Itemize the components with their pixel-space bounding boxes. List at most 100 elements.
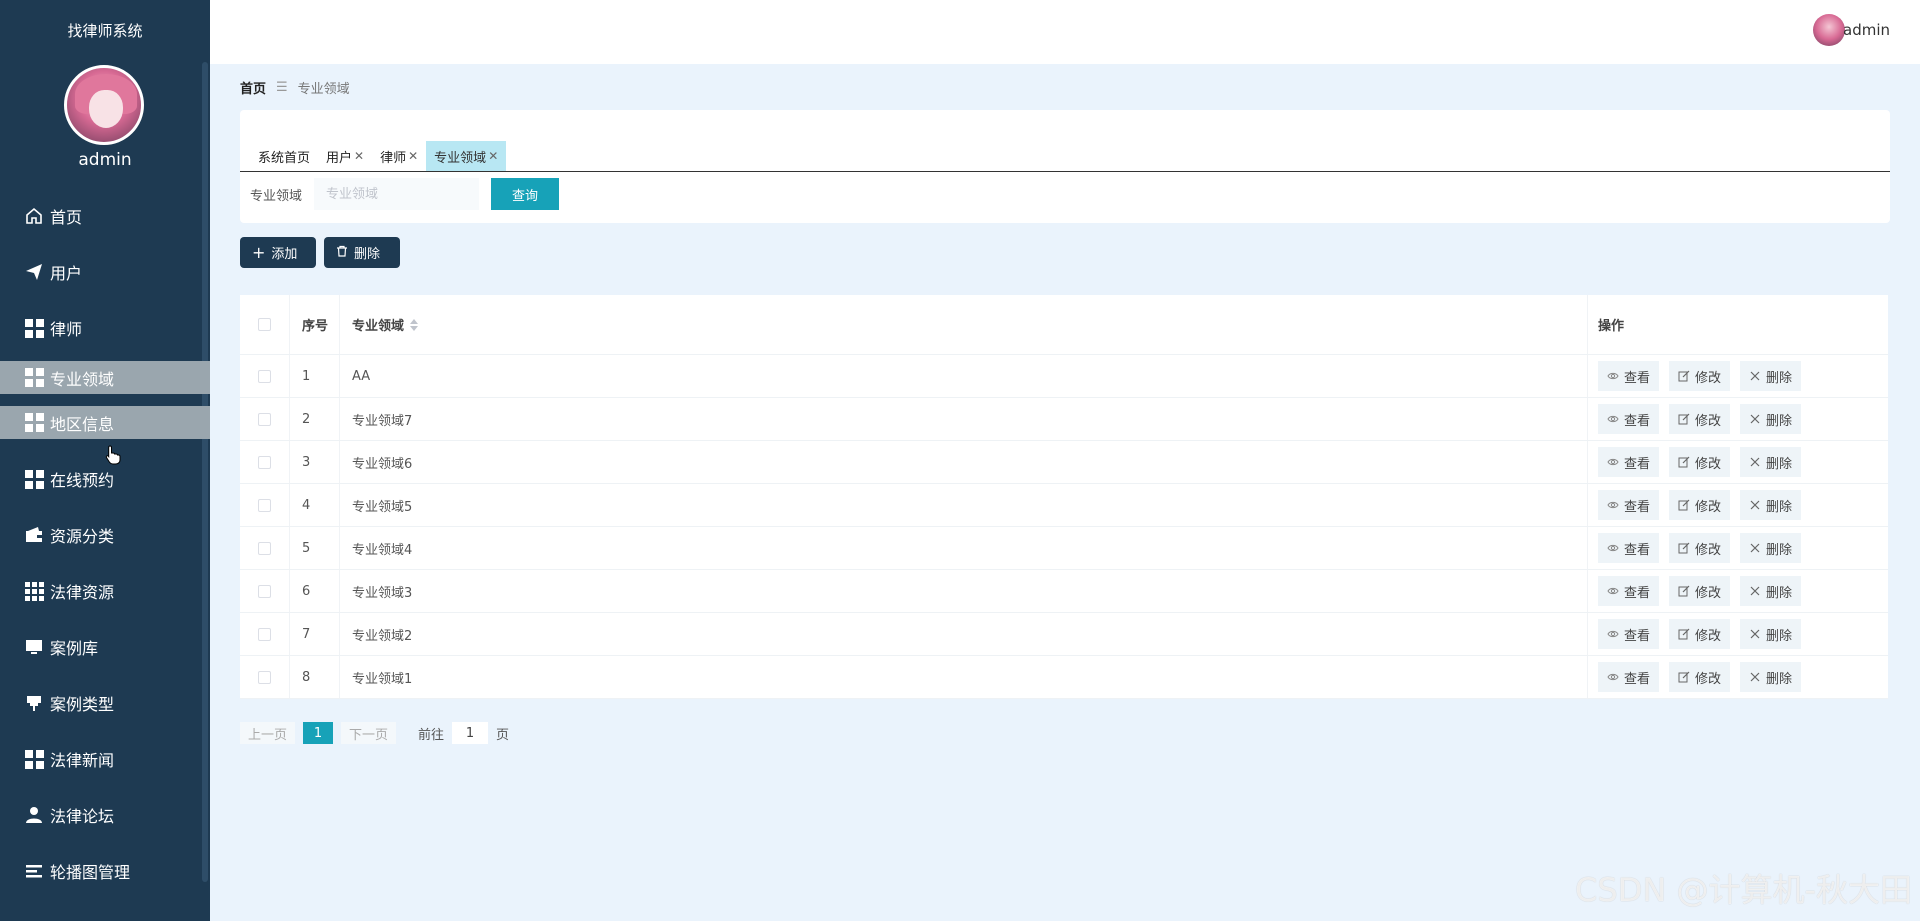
page-unit-label: 页: [496, 727, 510, 743]
row-checkbox[interactable]: [258, 412, 271, 426]
delete-button[interactable]: 删除: [1740, 490, 1802, 520]
row-name: 专业领域3: [340, 570, 1588, 612]
row-checkbox[interactable]: [258, 455, 271, 469]
sidebar-item-specialty[interactable]: 专业领域: [0, 361, 210, 394]
row-ops: 查看 修改 删除: [1588, 441, 1888, 483]
eye-icon: [1607, 413, 1619, 425]
sidebar-item-resource-category[interactable]: 资源分类: [0, 507, 210, 563]
edit-button[interactable]: 修改: [1669, 490, 1731, 520]
header-username[interactable]: admin: [1843, 21, 1890, 39]
delete-button[interactable]: 删除: [1740, 533, 1802, 563]
query-button[interactable]: 查询: [491, 178, 560, 210]
sidebar-item-legal-forum[interactable]: 法律论坛: [0, 787, 210, 843]
row-checkbox[interactable]: [258, 498, 271, 512]
edit-button[interactable]: 修改: [1669, 361, 1731, 391]
sidebar-item-region[interactable]: 地区信息: [0, 406, 210, 439]
search-panel: 系统首页 用户✕ 律师✕ 专业领域✕ 专业领域 查询: [240, 110, 1890, 223]
row-checkbox[interactable]: [258, 670, 271, 684]
monitor-icon: [24, 637, 44, 657]
delete-label: 删除: [1766, 585, 1793, 601]
view-button[interactable]: 查看: [1598, 619, 1660, 649]
edit-label: 修改: [1695, 456, 1722, 472]
pushpin-icon: [24, 693, 44, 713]
breadcrumb-separator-icon: ☰: [276, 80, 288, 95]
sidebar-item-case-library[interactable]: 案例库: [0, 619, 210, 675]
header-checkbox-cell: [240, 295, 290, 354]
header-ops: 操作: [1598, 319, 1625, 334]
row-index: 4: [290, 484, 340, 526]
row-checkbox-cell: [240, 355, 290, 397]
select-all-checkbox[interactable]: [258, 318, 271, 331]
tab-label: 系统首页: [258, 150, 311, 166]
row-index: 2: [290, 398, 340, 440]
delete-button[interactable]: 删除: [1740, 662, 1802, 692]
tab-label: 用户: [326, 150, 353, 166]
sidebar-item-legal-resources[interactable]: 法律资源: [0, 563, 210, 619]
delete-label: 删除: [1766, 542, 1793, 558]
view-button[interactable]: 查看: [1598, 533, 1660, 563]
table-row: 5 专业领域4 查看 修改 删除: [240, 527, 1888, 570]
search-input[interactable]: [314, 178, 480, 210]
tab-lawyers[interactable]: 律师 ✕: [372, 141, 426, 171]
view-button[interactable]: 查看: [1598, 576, 1660, 606]
delete-button[interactable]: 删除: [1740, 619, 1802, 649]
row-index: 5: [290, 527, 340, 569]
view-button[interactable]: 查看: [1598, 447, 1660, 477]
delete-button[interactable]: 删除: [1740, 576, 1802, 606]
row-ops: 查看 修改 删除: [1588, 398, 1888, 440]
sidebar-item-users[interactable]: 用户: [0, 244, 210, 300]
page-number-current[interactable]: 1: [303, 722, 334, 744]
tab-label: 律师: [380, 150, 407, 166]
view-button[interactable]: 查看: [1598, 662, 1660, 692]
row-checkbox[interactable]: [258, 584, 271, 598]
edit-button[interactable]: 修改: [1669, 619, 1731, 649]
tab-specialty[interactable]: 专业领域 ✕: [426, 141, 507, 171]
next-page-button[interactable]: 下一页: [341, 722, 397, 744]
avatar: [64, 65, 144, 145]
sidebar-item-case-type[interactable]: 案例类型: [0, 675, 210, 731]
row-checkbox[interactable]: [258, 369, 271, 383]
view-button[interactable]: 查看: [1598, 404, 1660, 434]
delete-button[interactable]: 删除: [1740, 404, 1802, 434]
row-name: 专业领域7: [340, 398, 1588, 440]
delete-button[interactable]: 删除: [1740, 361, 1802, 391]
close-icon[interactable]: ✕: [408, 149, 418, 163]
row-checkbox[interactable]: [258, 541, 271, 555]
sidebar-item-carousel[interactable]: 轮播图管理: [0, 843, 210, 899]
edit-button[interactable]: 修改: [1669, 576, 1731, 606]
edit-button[interactable]: 修改: [1669, 404, 1731, 434]
edit-button[interactable]: 修改: [1669, 533, 1731, 563]
sidebar-item-label: 律师: [50, 320, 83, 339]
delete-label: 删除: [1766, 413, 1793, 429]
tab-users[interactable]: 用户 ✕: [318, 141, 372, 171]
sidebar-item-legal-news[interactable]: 法律新闻: [0, 731, 210, 787]
tab-system-home[interactable]: 系统首页: [250, 141, 318, 171]
close-icon[interactable]: ✕: [488, 149, 498, 163]
close-icon: [1749, 585, 1761, 597]
delete-button[interactable]: 删除: [1740, 447, 1802, 477]
breadcrumb: 首页 ☰ 专业领域: [240, 78, 350, 97]
sort-icon[interactable]: [410, 318, 419, 331]
edit-button[interactable]: 修改: [1669, 447, 1731, 477]
close-icon: [1749, 499, 1761, 511]
add-button[interactable]: + 添加: [240, 237, 316, 268]
delete-button-label: 删除: [354, 247, 381, 262]
view-button[interactable]: 查看: [1598, 490, 1660, 520]
edit-button[interactable]: 修改: [1669, 662, 1731, 692]
breadcrumb-home[interactable]: 首页: [240, 78, 266, 97]
sidebar-item-label: 案例类型: [50, 695, 115, 714]
avatar[interactable]: [1813, 14, 1845, 46]
batch-delete-button[interactable]: 删除: [324, 237, 400, 268]
row-checkbox-cell: [240, 398, 290, 440]
header-name[interactable]: 专业领域: [340, 295, 1588, 354]
edit-label: 修改: [1695, 413, 1722, 429]
sidebar-item-lawyers[interactable]: 律师: [0, 300, 210, 356]
row-name: 专业领域4: [340, 527, 1588, 569]
goto-page-input[interactable]: 1: [452, 722, 489, 744]
close-icon[interactable]: ✕: [354, 149, 364, 163]
row-checkbox[interactable]: [258, 627, 271, 641]
close-icon: [1749, 542, 1761, 554]
view-button[interactable]: 查看: [1598, 361, 1660, 391]
prev-page-button[interactable]: 上一页: [240, 722, 296, 744]
sidebar-item-home[interactable]: 首页: [0, 188, 210, 244]
